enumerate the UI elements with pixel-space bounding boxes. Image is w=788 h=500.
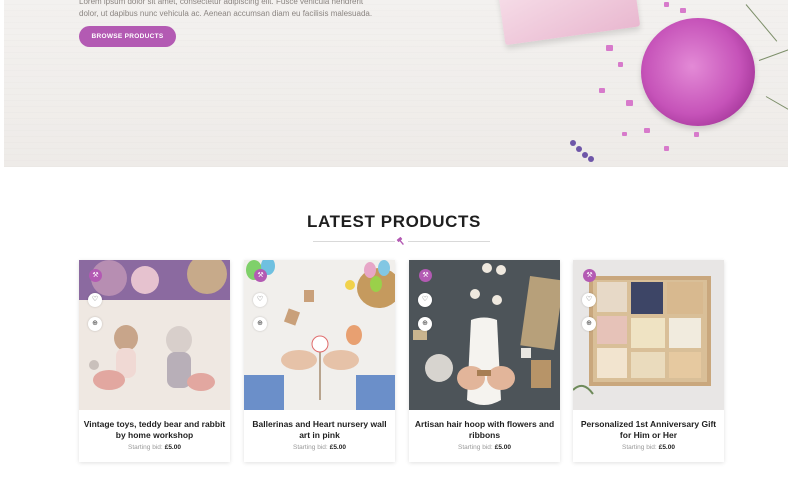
salt-crystal	[599, 88, 605, 93]
starting-bid: Starting bid: £5.00	[573, 444, 724, 451]
heart-icon[interactable]: ♡	[418, 293, 432, 307]
heart-icon[interactable]: ♡	[253, 293, 267, 307]
browse-products-button[interactable]: BROWSE PRODUCTS	[79, 26, 176, 47]
bid-price: £5.00	[329, 444, 346, 451]
hero-text-line: Lorem ipsum dolor sit amet, consectetur …	[79, 0, 364, 6]
bath-salt-bowl-image	[641, 18, 755, 126]
salt-crystal	[622, 132, 627, 136]
salt-crystal	[664, 2, 669, 7]
lavender-bud	[570, 140, 576, 146]
salt-crystal	[606, 45, 613, 51]
salt-crystal	[664, 146, 669, 151]
product-title[interactable]: Vintage toys, teddy bear and rabbit by h…	[83, 419, 226, 441]
hero-description: Lorem ipsum dolor sit amet, consectetur …	[79, 0, 399, 20]
product-title[interactable]: Artisan hair hoop with flowers and ribbo…	[413, 419, 556, 441]
divider-line-left	[313, 241, 395, 242]
bid-label: Starting bid:	[622, 444, 657, 451]
starting-bid: Starting bid: £5.00	[244, 444, 395, 451]
hero-banner: Lorem ipsum dolor sit amet, consectetur …	[4, 0, 788, 167]
product-title[interactable]: Personalized 1st Anniversary Gift for Hi…	[577, 419, 720, 441]
salt-crystal	[644, 128, 650, 133]
section-title: LATEST PRODUCTS	[307, 212, 481, 231]
lavender-bud	[588, 156, 594, 162]
product-card[interactable]: ⚒ ♡ ⊕ Artisan hair hoop with flowers and…	[409, 260, 560, 462]
salt-crystal	[680, 8, 686, 13]
product-card[interactable]: ⚒ ♡ ⊕ Personalized 1st Anniversary Gift …	[573, 260, 724, 462]
salt-crystal	[626, 100, 633, 106]
zoom-icon[interactable]: ⊕	[88, 317, 102, 331]
zoom-icon[interactable]: ⊕	[253, 317, 267, 331]
product-image-toys[interactable]: ⚒ ♡ ⊕	[79, 260, 230, 410]
salt-crystal	[618, 62, 623, 67]
zoom-icon[interactable]: ⊕	[418, 317, 432, 331]
starting-bid: Starting bid: £5.00	[409, 444, 560, 451]
bid-label: Starting bid:	[458, 444, 493, 451]
bid-price: £5.00	[164, 444, 181, 451]
gavel-icon	[396, 236, 406, 246]
salt-crystal	[694, 132, 699, 137]
starting-bid: Starting bid: £5.00	[79, 444, 230, 451]
bid-label: Starting bid:	[128, 444, 163, 451]
gavel-icon[interactable]: ⚒	[419, 269, 432, 282]
lavender-bud	[582, 152, 588, 158]
lavender-bud	[576, 146, 582, 152]
heart-icon[interactable]: ♡	[88, 293, 102, 307]
gavel-icon[interactable]: ⚒	[89, 269, 102, 282]
product-image-hair-hoop[interactable]: ⚒ ♡ ⊕	[409, 260, 560, 410]
hero-text-line: dolor, ut dapibus nunc vehicula ac. Aene…	[79, 9, 373, 18]
product-card[interactable]: ⚒ ♡ ⊕ Vintage toys, teddy bear and rabbi…	[79, 260, 230, 462]
product-card[interactable]: ⚒ ♡ ⊕ Ballerinas and Heart nursery wall …	[244, 260, 395, 462]
gavel-icon[interactable]: ⚒	[254, 269, 267, 282]
product-image-ballerinas[interactable]: ⚒ ♡ ⊕	[244, 260, 395, 410]
bid-label: Starting bid:	[293, 444, 328, 451]
product-title[interactable]: Ballerinas and Heart nursery wall art in…	[248, 419, 391, 441]
product-image-soap-box[interactable]: ⚒ ♡ ⊕	[573, 260, 724, 410]
gavel-icon[interactable]: ⚒	[583, 269, 596, 282]
bid-price: £5.00	[658, 444, 675, 451]
bid-price: £5.00	[494, 444, 511, 451]
zoom-icon[interactable]: ⊕	[582, 317, 596, 331]
heart-icon[interactable]: ♡	[582, 293, 596, 307]
divider-line-right	[408, 241, 490, 242]
